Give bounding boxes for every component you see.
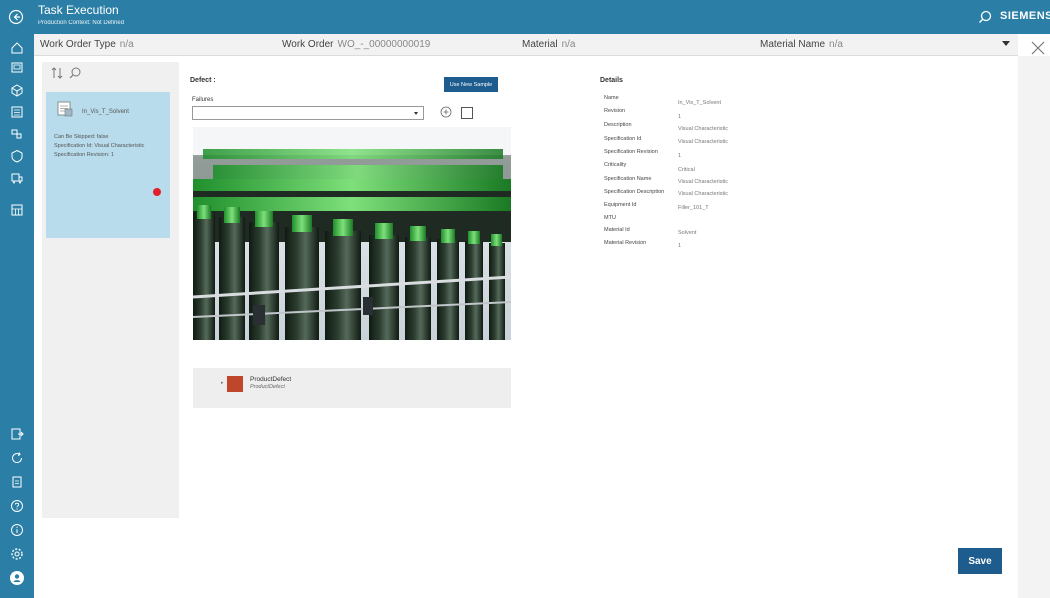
- detail-value: 1: [678, 243, 682, 249]
- status-indicator-dot: [153, 188, 161, 196]
- detail-value: Visual Characteristic: [678, 179, 729, 185]
- work-order-type-field: Work Order Type n/a: [40, 39, 134, 50]
- detail-label: Name: [604, 95, 619, 101]
- monitor-icon[interactable]: [9, 60, 25, 76]
- material-name-label: Material Name: [760, 39, 826, 50]
- back-icon[interactable]: [8, 9, 24, 25]
- search-icon[interactable]: [978, 10, 992, 24]
- detail-label: Equipment Id: [604, 202, 637, 208]
- details-title: Details: [600, 77, 623, 84]
- app-subtitle: Production Context: Not Defined: [38, 20, 125, 26]
- user-avatar-icon[interactable]: [9, 570, 25, 586]
- failures-select[interactable]: [192, 106, 424, 120]
- detail-label: Specification Description: [604, 189, 665, 195]
- cube-icon[interactable]: [9, 82, 25, 98]
- detail-label: Specification Name: [604, 176, 652, 182]
- detail-label: Criticality: [604, 162, 627, 168]
- header-expand-arrow[interactable]: [1002, 41, 1010, 46]
- task-can-be-skipped: Can Be Skipped: false: [54, 134, 109, 140]
- work-order-label: Work Order: [282, 39, 334, 50]
- task-specification-revision: Specification Revision: 1: [54, 152, 114, 158]
- chevron-down-icon: [414, 112, 418, 115]
- material-label: Material: [522, 39, 558, 50]
- defect-title: Defect :: [190, 77, 216, 84]
- detail-label: Material Id: [604, 227, 630, 233]
- bottles-conveyor-image: [193, 127, 511, 340]
- product-defect-swatch[interactable]: [227, 376, 243, 392]
- material-name-field: Material Name n/a: [760, 39, 843, 50]
- clipboard-icon[interactable]: [9, 474, 25, 490]
- task-card[interactable]: In_Vis_T_Solvent Can Be Skipped: false S…: [46, 92, 170, 238]
- home-icon[interactable]: [9, 40, 25, 56]
- expand-caret-icon[interactable]: ▸: [221, 380, 224, 386]
- save-button[interactable]: Save: [958, 548, 1002, 574]
- defect-checkbox[interactable]: [461, 107, 473, 119]
- filter-search-icon[interactable]: [68, 66, 82, 80]
- sort-icon[interactable]: [50, 66, 64, 80]
- product-defect-subtitle: ProductDefect: [250, 384, 285, 390]
- product-defect-name: ProductDefect: [250, 376, 292, 383]
- detail-label: Specification Id: [604, 136, 642, 142]
- detail-label: Specification Revision: [604, 149, 658, 155]
- detail-value: Visual Characteristic: [678, 139, 729, 145]
- detail-value: In_Vis_T_Solvent: [678, 100, 722, 106]
- info-icon[interactable]: [9, 522, 25, 538]
- material-name-value: n/a: [829, 39, 843, 50]
- task-list-toolbar: [42, 62, 179, 84]
- left-nav-rail: [0, 34, 34, 598]
- task-name: In_Vis_T_Solvent: [82, 109, 129, 115]
- product-defect-area: ▸ ProductDefect ProductDefect: [193, 368, 511, 408]
- work-order-header: Work Order Type n/a Work Order WO_-_000000…: [34, 34, 1018, 56]
- detail-label: Revision: [604, 108, 626, 114]
- detail-value: Visual Characteristic: [678, 191, 729, 197]
- close-icon[interactable]: [1030, 40, 1046, 56]
- right-side-strip: [1018, 56, 1050, 598]
- brand-logo: SIEMENS: [1000, 10, 1050, 22]
- detail-value: 1: [678, 114, 682, 120]
- detail-label: Material Revision: [604, 240, 647, 246]
- work-order-value: WO_-_00000000019: [337, 39, 431, 50]
- grid-icon[interactable]: [9, 202, 25, 218]
- material-field: Material n/a: [522, 39, 575, 50]
- settings-icon[interactable]: [9, 546, 25, 562]
- detail-value: 1: [678, 153, 682, 159]
- use-new-sample-button[interactable]: Use New Sample: [444, 77, 498, 92]
- truck-icon[interactable]: [9, 170, 25, 186]
- task-document-icon: [57, 101, 73, 117]
- list-icon[interactable]: [9, 104, 25, 120]
- detail-value: Filler_101_T: [678, 205, 709, 211]
- task-specification-id: Specification Id: Visual Characteristic: [54, 143, 145, 149]
- refresh-icon[interactable]: [9, 450, 25, 466]
- export-icon[interactable]: [9, 426, 25, 442]
- add-failure-icon[interactable]: [440, 106, 452, 118]
- shield-icon[interactable]: [9, 148, 25, 164]
- title-bar: Task Execution Production Context: Not D…: [0, 0, 1050, 34]
- detail-value: Visual Characteristic: [678, 126, 729, 132]
- sample-photo: [193, 127, 511, 340]
- detail-value: Critical: [678, 167, 695, 173]
- material-value: n/a: [561, 39, 576, 50]
- failures-label: Failures: [192, 97, 214, 103]
- task-list-panel: In_Vis_T_Solvent Can Be Skipped: false S…: [42, 62, 179, 518]
- work-order-field: Work Order WO_-_00000000019: [282, 39, 430, 50]
- work-order-type-value: n/a: [119, 39, 134, 50]
- work-order-type-label: Work Order Type: [40, 39, 116, 50]
- detail-value: Solvent: [678, 230, 697, 236]
- app-title: Task Execution: [38, 3, 119, 17]
- detail-label: Description: [604, 122, 632, 128]
- help-icon[interactable]: [9, 498, 25, 514]
- detail-label: MTU: [604, 215, 616, 221]
- tag-icon[interactable]: [9, 126, 25, 142]
